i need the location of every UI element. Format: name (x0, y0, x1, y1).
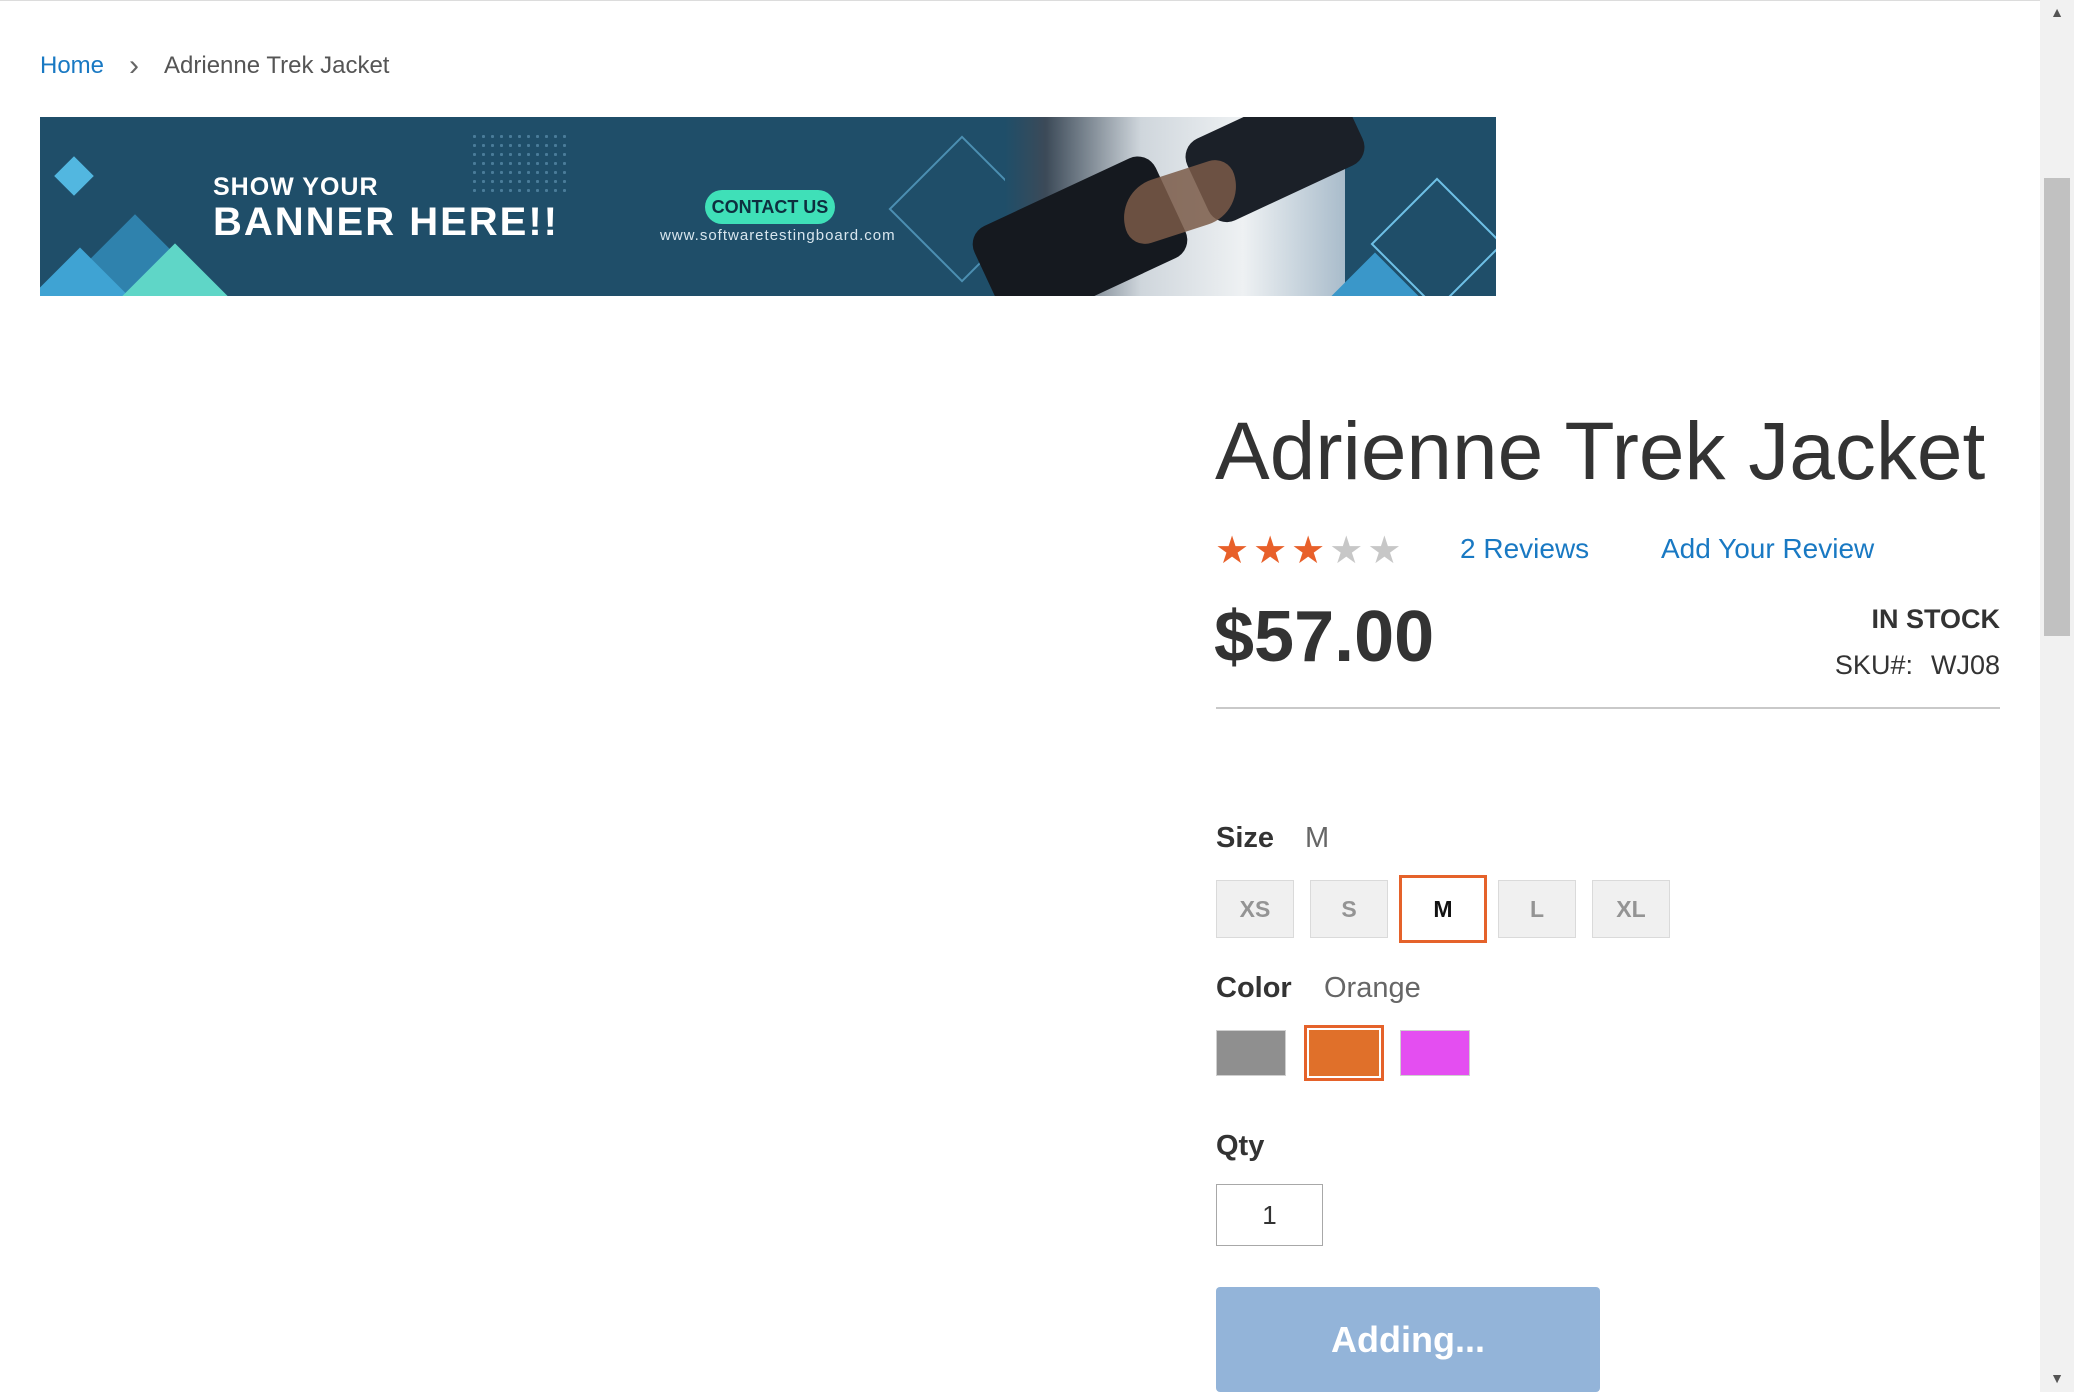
color-selected-value: Orange (1324, 972, 1421, 1004)
star-icon: ★ (1291, 530, 1326, 572)
breadcrumb: Home › Adrienne Trek Jacket (40, 49, 390, 82)
top-border (0, 0, 2040, 1)
color-swatch-purple[interactable] (1400, 1030, 1470, 1076)
qty-input[interactable] (1216, 1184, 1323, 1246)
promo-banner[interactable]: SHOW YOUR BANNER HERE!! CONTACT US www.s… (40, 117, 1496, 296)
star-icon: ★ (1215, 530, 1250, 572)
product-title: Adrienne Trek Jacket (1215, 406, 1986, 497)
color-swatch-fill (1401, 1031, 1469, 1075)
star-icon: ★ (1253, 530, 1288, 572)
scroll-down-arrow-icon[interactable]: ▼ (2040, 1370, 2074, 1386)
color-swatch-orange[interactable] (1304, 1025, 1384, 1081)
size-swatch-xl[interactable]: XL (1592, 880, 1670, 938)
scrollbar-thumb[interactable] (2044, 178, 2070, 636)
size-selected-value: M (1305, 822, 1330, 854)
color-label: Color (1216, 972, 1292, 1004)
divider (1216, 707, 2000, 709)
breadcrumb-current: Adrienne Trek Jacket (164, 52, 390, 79)
size-label: Size (1216, 822, 1275, 854)
star-icon: ★ (1367, 530, 1402, 572)
size-swatch-l[interactable]: L (1498, 880, 1576, 938)
add-review-link[interactable]: Add Your Review (1661, 533, 1874, 565)
scroll-up-arrow-icon[interactable]: ▲ (2040, 4, 2074, 20)
sku-label: SKU#: (1834, 650, 1913, 680)
banner-url: www.softwaretestingboard.com (660, 227, 896, 244)
stock-status: IN STOCK (1871, 604, 2000, 634)
banner-tagline: SHOW YOUR (213, 173, 379, 201)
sku: SKU#: WJ08 (1835, 650, 2000, 681)
banner-headline: BANNER HERE!! (213, 200, 559, 244)
scrollbar[interactable]: ▲ ▼ (2040, 0, 2074, 1392)
rating-stars: ★ ★ ★ ★ ★ (1215, 528, 1401, 574)
color-swatch-fill (1309, 1030, 1379, 1076)
reviews-link[interactable]: 2 Reviews (1460, 533, 1589, 565)
qty-label: Qty (1216, 1130, 1265, 1162)
add-to-cart-button[interactable]: Adding... (1216, 1287, 1600, 1392)
banner-contact-button[interactable]: CONTACT US (705, 190, 835, 224)
star-icon: ★ (1329, 530, 1364, 572)
size-swatch-s[interactable]: S (1310, 880, 1388, 938)
sku-value: WJ08 (1930, 650, 2000, 680)
color-swatch-fill (1217, 1031, 1285, 1075)
breadcrumb-home-link[interactable]: Home (40, 52, 104, 80)
banner-decor-diamond (54, 156, 94, 196)
product-price: $57.00 (1214, 597, 1435, 677)
color-swatch-gray[interactable] (1216, 1030, 1286, 1076)
banner-decor-dots (470, 132, 570, 192)
size-swatch-m[interactable]: M (1399, 875, 1487, 943)
size-swatch-xs[interactable]: XS (1216, 880, 1294, 938)
chevron-right-icon: › (129, 49, 140, 82)
